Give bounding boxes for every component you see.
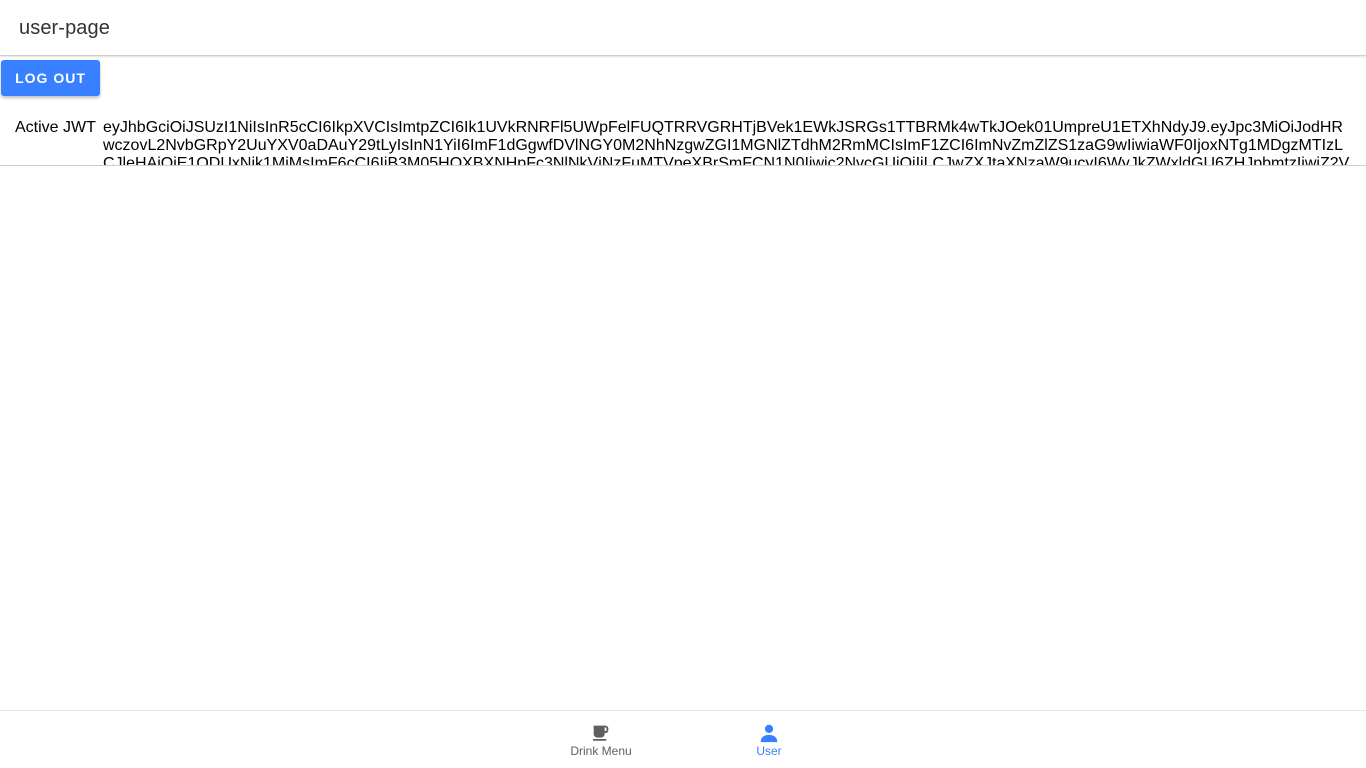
jwt-token-text: eyJhbGciOiJSUzI1NiIsInR5cCI6IkpXVCIsImtp… bbox=[103, 119, 1350, 166]
app-header: user-page bbox=[0, 0, 1366, 56]
jwt-label: Active JWT bbox=[15, 119, 96, 136]
tab-label-user: User bbox=[756, 744, 782, 758]
jwt-item: Active JWT eyJhbGciOiJSUzI1NiIsInR5cCI6I… bbox=[0, 119, 1366, 166]
bottom-tab-bar: Drink Menu User bbox=[0, 710, 1366, 768]
tab-label-drink-menu: Drink Menu bbox=[570, 744, 632, 758]
person-icon bbox=[758, 722, 780, 744]
cafe-icon bbox=[590, 722, 612, 744]
logout-button[interactable]: LOG OUT bbox=[1, 60, 100, 96]
tab-user[interactable]: User bbox=[709, 711, 829, 768]
tab-drink-menu[interactable]: Drink Menu bbox=[541, 711, 661, 768]
page-title: user-page bbox=[19, 17, 110, 39]
